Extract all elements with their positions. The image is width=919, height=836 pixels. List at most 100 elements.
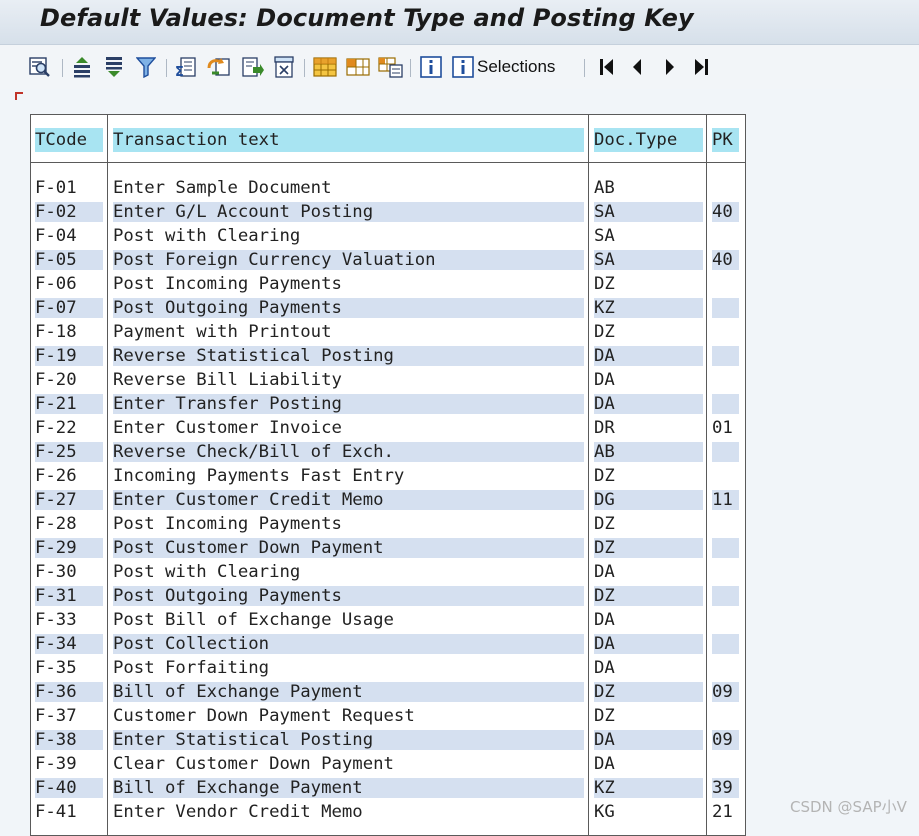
table-row[interactable]: F-04 Post with Clearing SA — [31, 224, 745, 248]
toolbar-separator — [166, 59, 167, 77]
cell-transaction-text: Post with Clearing — [113, 226, 584, 246]
document-type-list: TCode Transaction text Doc.Type PK F-01 E… — [30, 114, 746, 836]
table-row[interactable]: F-20 Reverse Bill Liability DA — [31, 368, 745, 392]
info-icon[interactable] — [420, 56, 442, 78]
cell-doc-type: DZ — [594, 706, 703, 726]
table-row[interactable]: F-30 Post with Clearing DA — [31, 560, 745, 584]
cell-transaction-text: Post Incoming Payments — [113, 274, 584, 294]
cell-doc-type: SA — [594, 250, 703, 270]
sort-descending-icon[interactable] — [104, 56, 124, 78]
next-page-icon[interactable] — [663, 56, 677, 78]
cell-doc-type: DA — [594, 658, 703, 678]
toolbar-separator — [410, 59, 411, 77]
selections-button[interactable]: Selections — [452, 56, 555, 78]
table-row[interactable]: F-41 Enter Vendor Credit Memo KG 21 — [31, 800, 745, 824]
cell-transaction-text: Enter Sample Document — [113, 178, 584, 198]
table-row[interactable]: F-36 Bill of Exchange Payment DZ 09 — [31, 680, 745, 704]
cell-transaction-text: Reverse Bill Liability — [113, 370, 584, 390]
table-row[interactable]: F-21 Enter Transfer Posting DA — [31, 392, 745, 416]
cell-pk: 09 — [712, 730, 739, 750]
cell-pk: 40 — [712, 202, 739, 222]
cell-doc-type: SA — [594, 226, 703, 246]
table-row[interactable]: F-07 Post Outgoing Payments KZ — [31, 296, 745, 320]
table-row[interactable]: F-38 Enter Statistical Posting DA 09 — [31, 728, 745, 752]
cell-pk — [712, 754, 739, 774]
cell-transaction-text: Enter Customer Invoice — [113, 418, 584, 438]
watermark: CSDN @SAP小V — [790, 798, 907, 816]
table-row[interactable]: F-29 Post Customer Down Payment DZ — [31, 536, 745, 560]
cell-tcode: F-28 — [35, 514, 103, 534]
filter-icon[interactable] — [136, 56, 156, 78]
columns-icon[interactable] — [346, 56, 370, 78]
cell-tcode: F-21 — [35, 394, 103, 414]
first-page-icon[interactable] — [598, 56, 616, 78]
column-header-doc-type[interactable]: Doc.Type — [594, 128, 703, 152]
last-page-icon[interactable] — [692, 56, 710, 78]
table-row[interactable]: F-22 Enter Customer Invoice DR 01 — [31, 416, 745, 440]
cell-tcode: F-31 — [35, 586, 103, 606]
print-preview-icon[interactable] — [273, 56, 295, 78]
change-layout-icon[interactable] — [207, 56, 231, 78]
table-row[interactable]: F-33 Post Bill of Exchange Usage DA — [31, 608, 745, 632]
cell-tcode: F-05 — [35, 250, 103, 270]
table-row[interactable]: F-19 Reverse Statistical Posting DA — [31, 344, 745, 368]
cell-transaction-text: Customer Down Payment Request — [113, 706, 584, 726]
cell-transaction-text: Enter Transfer Posting — [113, 394, 584, 414]
cell-transaction-text: Bill of Exchange Payment — [113, 778, 584, 798]
sort-ascending-icon[interactable] — [72, 56, 92, 78]
cell-pk — [712, 346, 739, 366]
cell-transaction-text: Incoming Payments Fast Entry — [113, 466, 584, 486]
cell-transaction-text: Post Foreign Currency Valuation — [113, 250, 584, 270]
cell-tcode: F-01 — [35, 178, 103, 198]
cell-transaction-text: Post Bill of Exchange Usage — [113, 610, 584, 630]
cell-doc-type: DZ — [594, 322, 703, 342]
cell-doc-type: DR — [594, 418, 703, 438]
column-header-transaction-text[interactable]: Transaction text — [113, 128, 584, 152]
table-row[interactable]: F-28 Post Incoming Payments DZ — [31, 512, 745, 536]
cell-doc-type: DZ — [594, 682, 703, 702]
table-row[interactable]: F-31 Post Outgoing Payments DZ — [31, 584, 745, 608]
cell-tcode: F-25 — [35, 442, 103, 462]
cell-transaction-text: Post Collection — [113, 634, 584, 654]
cell-pk — [712, 178, 739, 198]
cell-transaction-text: Post Customer Down Payment — [113, 538, 584, 558]
table-row[interactable]: F-26 Incoming Payments Fast Entry DZ — [31, 464, 745, 488]
cell-pk — [712, 562, 739, 582]
table-row[interactable]: F-25 Reverse Check/Bill of Exch. AB — [31, 440, 745, 464]
table-row[interactable]: F-02 Enter G/L Account Posting SA 40 — [31, 200, 745, 224]
cell-tcode: F-06 — [35, 274, 103, 294]
svg-text:Σ: Σ — [175, 65, 184, 78]
table-row[interactable]: F-37 Customer Down Payment Request DZ — [31, 704, 745, 728]
cell-tcode: F-36 — [35, 682, 103, 702]
cell-transaction-text: Post with Clearing — [113, 562, 584, 582]
cell-transaction-text: Post Incoming Payments — [113, 514, 584, 534]
total-icon[interactable]: Σ — [175, 56, 197, 78]
column-header-pk[interactable]: PK — [712, 128, 739, 152]
cell-tcode: F-30 — [35, 562, 103, 582]
previous-page-icon[interactable] — [630, 56, 644, 78]
table-row[interactable]: F-05 Post Foreign Currency Valuation SA 40 — [31, 248, 745, 272]
cell-pk: 09 — [712, 682, 739, 702]
cell-pk: 01 — [712, 418, 739, 438]
export-icon[interactable] — [240, 56, 264, 78]
cell-pk: 11 — [712, 490, 739, 510]
cell-pk — [712, 610, 739, 630]
cell-doc-type: DG — [594, 490, 703, 510]
table-row[interactable]: F-06 Post Incoming Payments DZ — [31, 272, 745, 296]
cell-pk — [712, 370, 739, 390]
table-row[interactable]: F-34 Post Collection DA — [31, 632, 745, 656]
table-row[interactable]: F-40 Bill of Exchange Payment KZ 39 — [31, 776, 745, 800]
table-row[interactable]: F-35 Post Forfaiting DA — [31, 656, 745, 680]
cell-transaction-text: Enter Statistical Posting — [113, 730, 584, 750]
column-header-tcode[interactable]: TCode — [35, 128, 103, 152]
cell-doc-type: DA — [594, 610, 703, 630]
header-divider — [31, 162, 745, 163]
spreadsheet-icon[interactable] — [313, 56, 337, 78]
details-icon[interactable] — [28, 56, 52, 78]
table-row[interactable]: F-27 Enter Customer Credit Memo DG 11 — [31, 488, 745, 512]
table-row[interactable]: F-01 Enter Sample Document AB — [31, 176, 745, 200]
cell-tcode: F-22 — [35, 418, 103, 438]
table-row[interactable]: F-39 Clear Customer Down Payment DA — [31, 752, 745, 776]
table-row[interactable]: F-18 Payment with Printout DZ — [31, 320, 745, 344]
choose-layout-icon[interactable] — [378, 56, 404, 78]
